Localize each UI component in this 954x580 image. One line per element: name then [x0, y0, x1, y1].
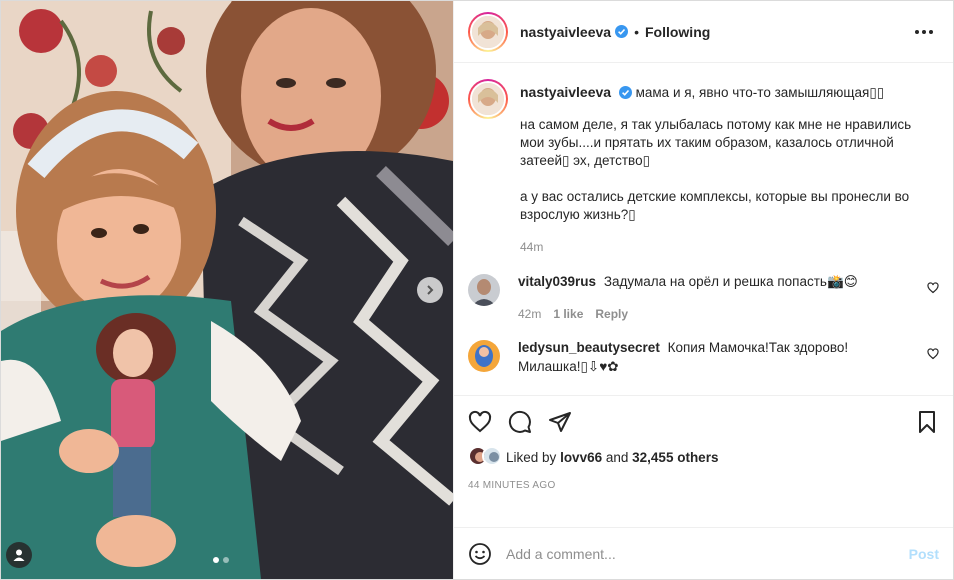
likes-text: Liked by lovv66 and 32,455 others	[506, 450, 718, 465]
tagged-users-button[interactable]	[6, 542, 32, 568]
comment-like-heart-icon[interactable]	[927, 348, 939, 360]
liked-by-prefix: Liked by	[506, 449, 557, 465]
liker-avatar	[482, 446, 502, 466]
post-dialog: nastyaivleeva • Following nastyaivleeva …	[0, 0, 954, 580]
like-heart-icon[interactable]	[468, 410, 492, 434]
carousel-dot	[223, 557, 229, 563]
comment-time[interactable]: 42m	[518, 305, 541, 324]
share-paper-plane-icon[interactable]	[548, 410, 572, 434]
chevron-right-icon	[427, 285, 434, 295]
comment-likes[interactable]: 1 like	[553, 305, 583, 324]
avatar-image	[468, 274, 500, 306]
avatar-image	[484, 448, 500, 464]
caption-author-avatar[interactable]	[468, 79, 508, 119]
author-avatar[interactable]	[468, 11, 508, 52]
caption-line1: мама и я, явно что-то замышляющая▯▯	[635, 85, 885, 100]
caption-paragraph-2: на самом деле, я так улыбалась потому ка…	[520, 117, 912, 168]
comment-body: vitaly039rus Задумала на орёл и решка по…	[518, 272, 898, 324]
comments-section[interactable]: nastyaivleeva мама и я, явно что-то замы…	[454, 63, 953, 395]
comment-item: ledysun_beautysecret Копия Мамочка!Так з…	[468, 338, 939, 376]
action-icons	[468, 408, 939, 436]
more-dot-icon	[922, 29, 926, 34]
more-dot-icon	[915, 29, 919, 34]
likes-summary: Liked by lovv66 and 32,455 others	[468, 446, 939, 468]
caption-body: nastyaivleeva мама и я, явно что-то замы…	[520, 79, 920, 256]
comment-body: ledysun_beautysecret Копия Мамочка!Так з…	[518, 338, 898, 376]
verified-badge-icon	[615, 25, 629, 38]
likers-avatars	[468, 446, 506, 468]
comment-text: Задумала на орёл и решка попасть📸😊	[603, 274, 858, 289]
commenter-username[interactable]: vitaly039rus	[518, 274, 596, 289]
comment-input[interactable]	[506, 545, 909, 562]
likes-count[interactable]: 32,455 others	[632, 450, 718, 465]
commenter-avatar[interactable]	[468, 340, 500, 372]
post-panel: nastyaivleeva • Following nastyaivleeva …	[453, 1, 953, 579]
post-caption: nastyaivleeva мама и я, явно что-то замы…	[468, 79, 939, 256]
post-header: nastyaivleeva • Following	[454, 1, 953, 63]
post-timestamp[interactable]: 44 MINUTES AGO	[468, 480, 939, 491]
avatar-image	[472, 15, 504, 48]
commenter-username[interactable]: ledysun_beautysecret	[518, 340, 660, 355]
avatar-image	[468, 340, 500, 372]
save-bookmark-icon[interactable]	[915, 410, 939, 434]
verified-badge-icon	[618, 86, 632, 99]
post-comment-button[interactable]: Post	[909, 546, 939, 562]
add-comment-bar: Post	[454, 527, 953, 579]
carousel-indicator	[213, 557, 229, 563]
more-dot-icon	[929, 29, 933, 34]
commenter-avatar[interactable]	[468, 274, 500, 306]
caption-timestamp[interactable]: 44m	[520, 238, 920, 256]
caption-paragraph-3: а у вас остались детские комплексы, кото…	[520, 189, 910, 222]
photo-illustration	[1, 1, 453, 579]
comment-like-heart-icon[interactable]	[927, 282, 939, 294]
carousel-dot-active	[213, 557, 219, 563]
post-actions: Liked by lovv66 and 32,455 others 44 MIN…	[454, 395, 953, 527]
reply-button[interactable]: Reply	[595, 305, 628, 324]
liked-by-and: and	[605, 449, 629, 465]
avatar-image	[472, 83, 504, 115]
comment-bubble-icon[interactable]	[508, 410, 532, 434]
post-photo[interactable]	[1, 1, 453, 579]
user-tag-icon	[13, 549, 25, 561]
comment-meta: 42m 1 like Reply	[518, 305, 898, 324]
next-photo-button[interactable]	[417, 277, 443, 303]
header-separator: •	[634, 23, 639, 40]
emoji-smiley-icon[interactable]	[468, 542, 492, 566]
caption-username[interactable]: nastyaivleeva	[520, 84, 611, 100]
author-username[interactable]: nastyaivleeva	[520, 24, 611, 40]
liked-by-user[interactable]: lovv66	[560, 450, 602, 465]
comment-item: vitaly039rus Задумала на орёл и решка по…	[468, 272, 939, 324]
more-options-button[interactable]	[909, 24, 939, 40]
following-button[interactable]: Following	[645, 24, 710, 40]
